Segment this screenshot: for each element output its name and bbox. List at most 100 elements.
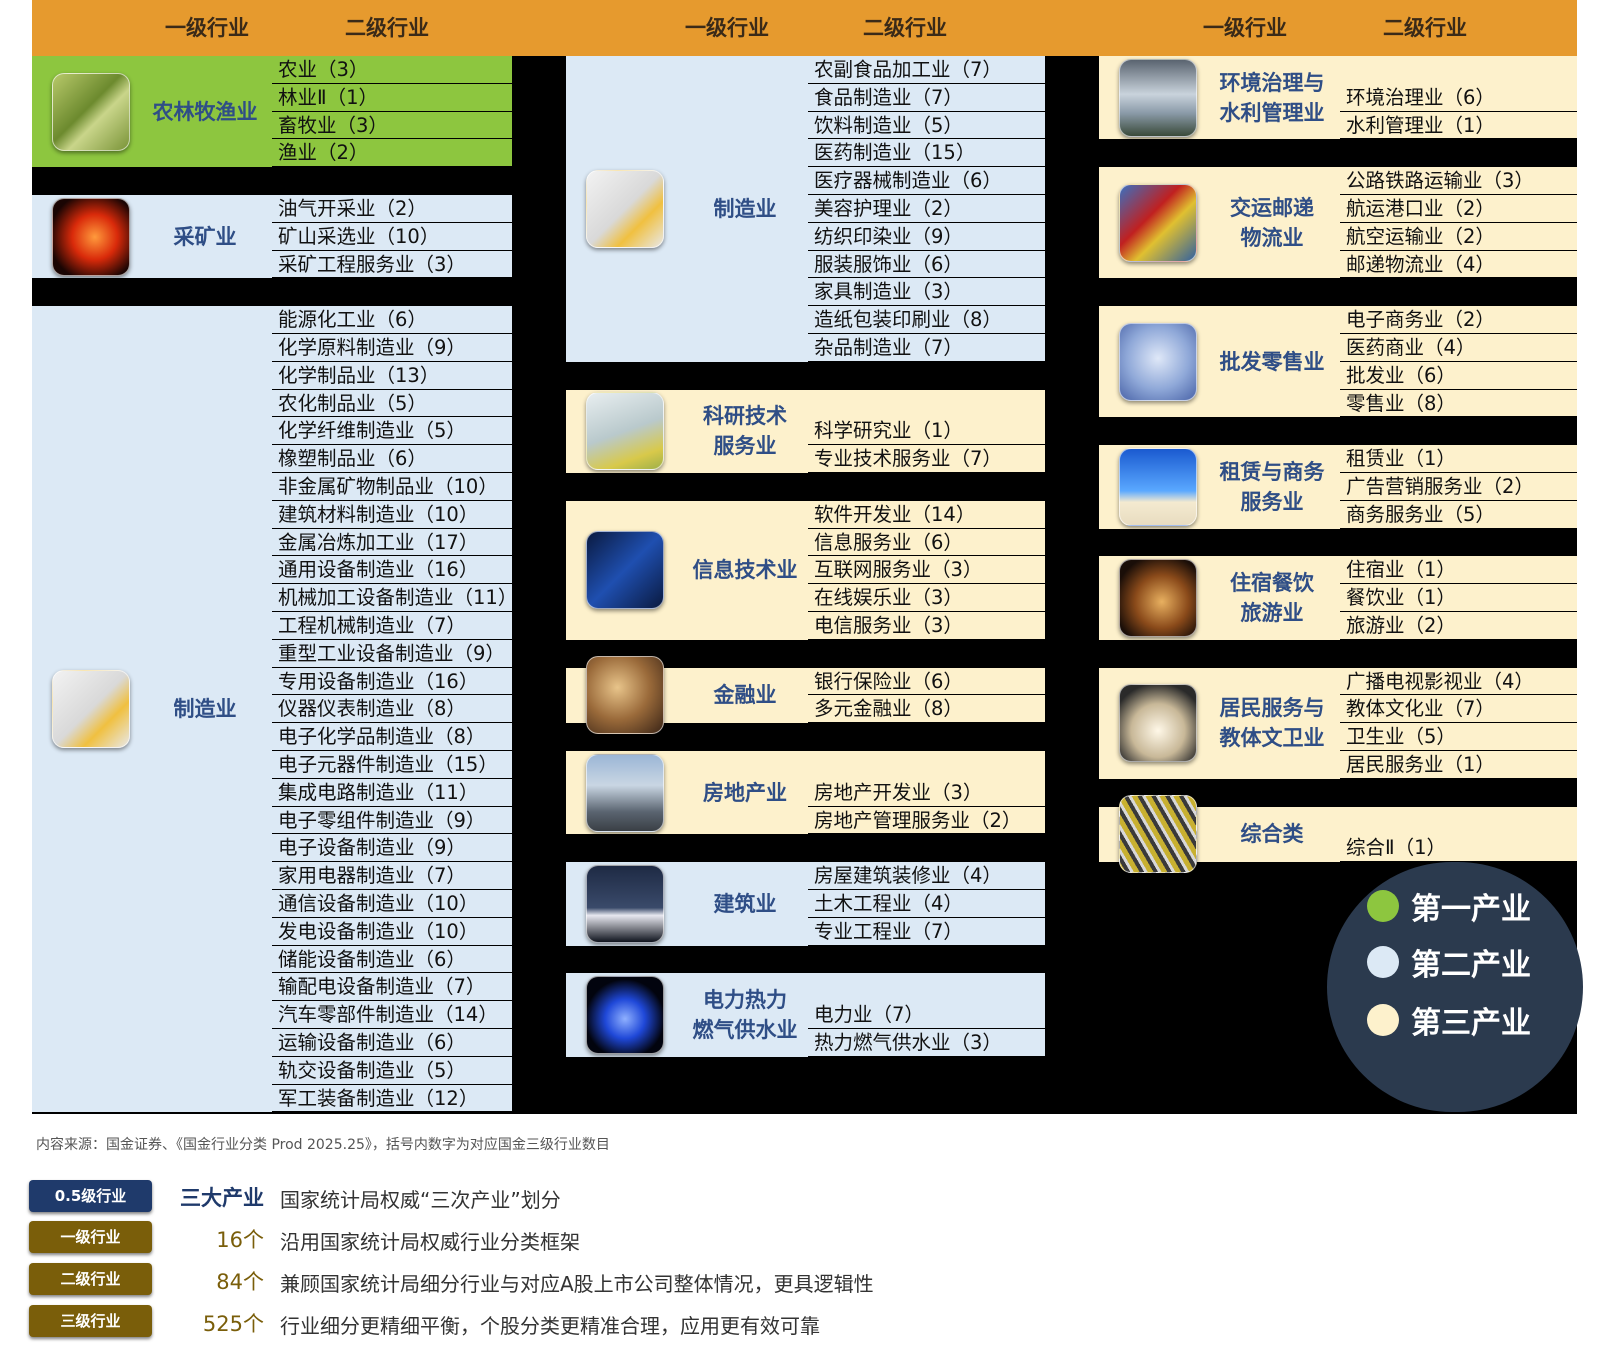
level1-industry-name: 农林牧渔业 (140, 56, 270, 167)
robot-arm-icon (52, 670, 130, 749)
level1-industry-name-line: 采矿业 (173, 224, 237, 249)
level2-industry-row: 房屋建筑装修业（4） (808, 862, 1045, 890)
binary-code-icon (586, 531, 664, 610)
level2-industry-row: 畜牧业（3） (272, 112, 512, 140)
level1-industry-name: 交运邮递 物流业 (1210, 167, 1334, 278)
level2-industry-row: 房地产管理服务业（2） (808, 807, 1045, 835)
level-desc: 行业细分更精细平衡，个股分类更精准合理，应用更有效可靠 (280, 1314, 820, 1338)
level2-industry-row: 仪器仪表制造业（8） (272, 695, 512, 724)
building-facade-icon (1119, 795, 1197, 874)
level2-industry-row: 广告营销服务业（2） (1340, 473, 1577, 501)
level2-industry-row: 林业Ⅱ（1） (272, 84, 512, 112)
industry-block: 科研技术 服务业 科学研究业（1） 专业技术服务业（7） (566, 389, 1045, 473)
industry-block: 金融业 银行保险业（6） 多元金融业（8） (566, 656, 1045, 735)
level2-industry-row: 电力业（7） (808, 1001, 1045, 1029)
level2-industry-row: 金属冶炼加工业（17） (272, 529, 512, 557)
level1-industry-name-line: 建筑业 (713, 891, 777, 916)
level2-industry-row: 机械加工设备制造业（11） (272, 584, 517, 612)
level-desc: 国家统计局权威“三次产业”划分 (280, 1188, 561, 1212)
level1-industry-name: 住宿餐饮 旅游业 (1210, 556, 1334, 639)
level2-industry-row: 科学研究业（1） (808, 417, 1045, 446)
level-badge: 0.5级行业 (29, 1180, 152, 1212)
level2-industry-row: 化学原料制造业（9） (272, 334, 512, 362)
header-level1-col1: 一级行业 (165, 16, 249, 40)
level2-industry-row: 化学制品业（13） (272, 362, 512, 390)
level1-industry-name-line: 服务业 (1240, 489, 1304, 514)
industry-block: 居民服务与 教体文卫业 广播电视影视业（4） 教体文化业（7） 卫生业（5） 居民服务业（… (1099, 667, 1577, 779)
header-level1-col2: 一级行业 (685, 16, 769, 40)
level1-industry-name: 金融业 (680, 668, 810, 724)
level-count: 525个 (202, 1312, 264, 1336)
level2-industry-row: 医药商业（4） (1340, 334, 1577, 362)
level2-industry-row: 造纸包装印刷业（8） (808, 306, 1045, 334)
gas-flame-icon (586, 976, 664, 1055)
level2-industry-row: 农副食品加工业（7） (808, 56, 1045, 84)
level2-industry-row: 多元金融业（8） (808, 695, 1045, 724)
open-book-icon (1119, 684, 1197, 763)
level-count: 84个 (216, 1270, 264, 1294)
header-level2-col3: 二级行业 (1383, 16, 1467, 40)
level2-industry-row: 采矿工程服务业（3） (272, 251, 512, 279)
level2-industry-row: 能源化工业（6） (272, 306, 512, 334)
sector-legend: 第一产业 第二产业 第三产业 (1327, 862, 1583, 1112)
level2-industry-row: 商务服务业（5） (1340, 501, 1577, 529)
level2-industry-row: 集成电路制造业（11） (272, 779, 512, 807)
level1-industry-name-line: 教体文卫业 (1219, 726, 1325, 751)
level2-industry-row: 轨交设备制造业（5） (272, 1057, 512, 1085)
level2-industry-row: 银行保险业（6） (808, 668, 1045, 696)
level1-industry-name-line: 燃气供水业 (692, 1018, 798, 1043)
level2-industry-row: 美容护理业（2） (808, 195, 1045, 223)
level2-industry-row: 医疗器械制造业（6） (808, 167, 1045, 195)
level2-industry-row: 发电设备制造业（10） (272, 918, 512, 946)
level2-industry-row: 邮递物流业（4） (1340, 251, 1577, 279)
level2-industry-row: 纺织印染业（9） (808, 223, 1045, 251)
level1-industry-name-line: 住宿餐饮 (1230, 571, 1314, 596)
industry-block: 综合类 综合Ⅱ（1） (1099, 795, 1577, 874)
industry-block: 电力热力 燃气供水业 电力业（7） 热力燃气供水业（3） (566, 973, 1045, 1057)
level1-industry-name: 制造业 (140, 306, 270, 1112)
level2-industry-row: 专业技术服务业（7） (808, 445, 1045, 473)
level-count: 三大产业 (180, 1186, 264, 1210)
level2-industry-row: 综合Ⅱ（1） (1340, 834, 1577, 863)
level1-industry-name-line: 居民服务与 (1219, 696, 1325, 721)
level2-industry-row: 储能设备制造业（6） (272, 946, 512, 974)
legend-label: 第二产业 (1411, 948, 1531, 983)
legend-dot-tertiary (1367, 1004, 1399, 1036)
level1-industry-name-line: 电力热力 (703, 988, 787, 1013)
dam-icon (1119, 58, 1197, 137)
level-desc: 兼顾国家统计局细分行业与对应A股上市公司整体情况，更具逻辑性 (280, 1272, 874, 1296)
level1-industry-name: 房地产业 (680, 751, 810, 834)
level1-industry-name-line: 交运邮递 (1230, 195, 1314, 220)
industry-block: 建筑业 房屋建筑装修业（4） 土木工程业（4） 专业工程业（7） (566, 862, 1045, 946)
molten-metal-icon (52, 197, 130, 276)
level2-industry-row: 杂品制造业（7） (808, 334, 1045, 362)
level2-industry-row: 化学纤维制造业（5） (272, 417, 512, 446)
level2-industry-row: 房地产开发业（3） (808, 779, 1045, 807)
level2-industry-row: 电子商务业（2） (1340, 306, 1577, 334)
level2-industry-row: 在线娱乐业（3） (808, 584, 1045, 612)
legend-dot-secondary (1367, 946, 1399, 978)
level2-industry-row: 互联网服务业（3） (808, 556, 1045, 585)
level2-industry-row: 软件开发业（14） (808, 501, 1045, 529)
level2-industry-row: 环境治理业（6） (1340, 84, 1577, 112)
field-icon (52, 72, 130, 151)
source-note: 内容来源：国金证券、《国金行业分类 Prod 2025.25》，括号内数字为对应… (36, 1137, 610, 1153)
level-badge: 二级行业 (29, 1263, 152, 1295)
level2-industry-row: 输配电设备制造业（7） (272, 973, 512, 1002)
level1-industry-name-line: 批发零售业 (1219, 349, 1325, 374)
level2-industry-row: 水利管理业（1） (1340, 112, 1577, 140)
level2-industry-row: 电信服务业（3） (808, 612, 1045, 640)
lab-flask-icon (586, 392, 664, 471)
level2-industry-row: 餐饮业（1） (1340, 584, 1577, 612)
legend-label: 第三产业 (1411, 1006, 1531, 1041)
industry-block: 房地产业 房地产开发业（3） 房地产管理服务业（2） (566, 751, 1045, 835)
level2-industry-row: 土木工程业（4） (808, 890, 1045, 918)
container-truck-icon (1119, 183, 1197, 262)
table-header: 一级行业 二级行业 一级行业 二级行业 一级行业 二级行业 (32, 0, 1577, 56)
level2-industry-row: 租赁业（1） (1340, 445, 1577, 473)
level2-industry-row: 医药制造业（15） (808, 139, 1045, 168)
level2-industry-row: 电子化学品制造业（8） (272, 723, 512, 751)
industry-block: 农林牧渔业 农业（3） 林业Ⅱ（1） 畜牧业（3） 渔业（2） (32, 56, 512, 168)
level2-industry-row: 电子设备制造业（9） (272, 834, 512, 863)
level2-industry-row: 住宿业（1） (1340, 556, 1577, 585)
